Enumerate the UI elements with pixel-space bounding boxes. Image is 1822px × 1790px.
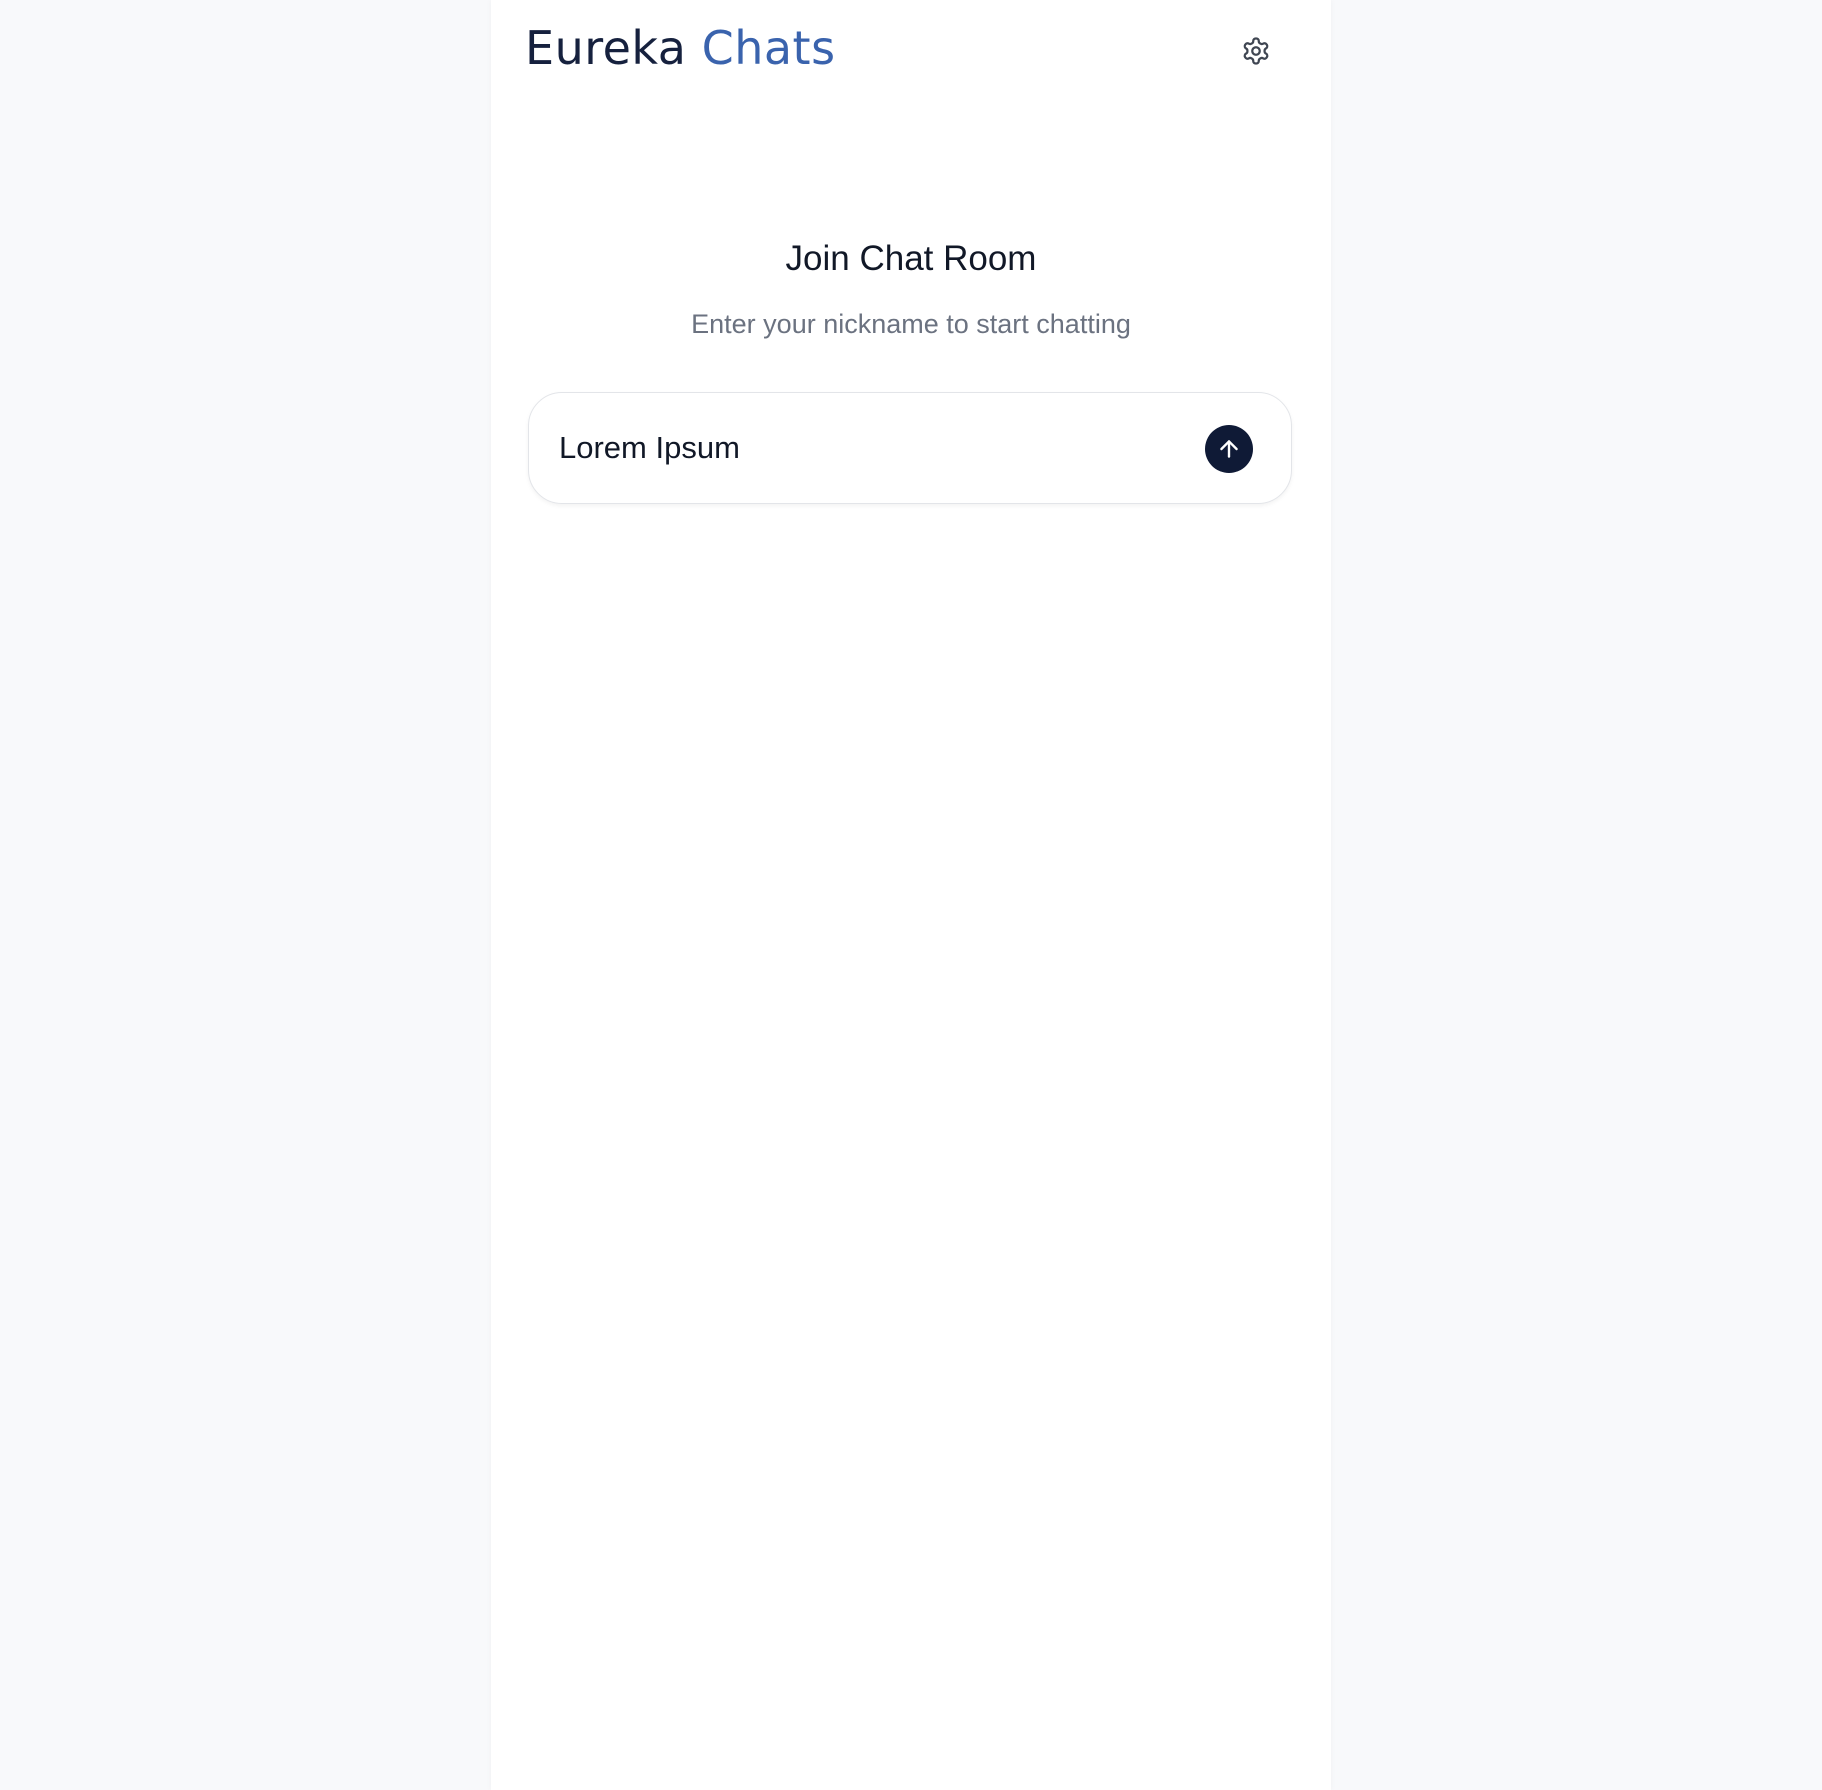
nickname-form bbox=[528, 392, 1292, 504]
brand-word-chats: Chats bbox=[701, 21, 836, 75]
nickname-input[interactable] bbox=[559, 421, 1179, 475]
app-container: Eureka Chats Join Chat Room Enter your n… bbox=[491, 0, 1331, 1790]
page-title: Join Chat Room bbox=[785, 239, 1037, 278]
gear-icon bbox=[1243, 37, 1269, 65]
page-subtitle: Enter your nickname to start chatting bbox=[691, 309, 1131, 339]
arrow-up-icon bbox=[1220, 440, 1238, 458]
join-submit-button[interactable] bbox=[1205, 425, 1253, 473]
brand-word-eureka: Eureka bbox=[525, 21, 687, 75]
brand-logo: Eureka Chats bbox=[525, 18, 836, 78]
settings-button[interactable] bbox=[1239, 34, 1273, 68]
header: Eureka Chats bbox=[491, 0, 1331, 100]
